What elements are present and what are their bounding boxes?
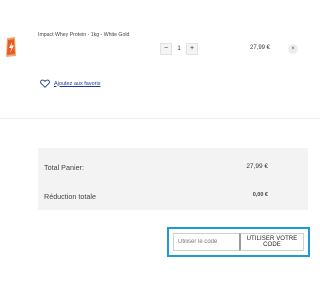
section-divider (0, 118, 320, 119)
product-bag-icon (6, 37, 16, 57)
cart-total-value: 27,99 € (246, 163, 268, 170)
decrease-quantity-button[interactable]: − (160, 43, 172, 55)
apply-promo-code-button[interactable]: UTILISER VOTRE CODE (239, 233, 304, 251)
product-name[interactable]: Impact Whey Protein - 1kg - White Gold (38, 32, 148, 39)
cart-total-label: Total Panier: (44, 163, 84, 172)
product-thumbnail[interactable] (4, 36, 18, 58)
increase-quantity-button[interactable]: + (186, 43, 198, 55)
cart-totals: Total Panier: 27,99 € Réduction totale 0… (38, 148, 308, 210)
cart-page: Impact Whey Protein - 1kg - White Gold −… (0, 0, 320, 290)
item-price: 27,99 € (250, 45, 271, 51)
add-to-favorites-link[interactable]: Ajoutez aux favoris (54, 81, 100, 87)
promo-code-input[interactable] (173, 233, 239, 251)
discount-total-label: Réduction totale (44, 192, 96, 201)
quantity-value: 1 (177, 46, 181, 52)
add-to-favorites[interactable]: Ajoutez aux favoris (40, 79, 100, 88)
quantity-stepper: − 1 + (160, 42, 198, 56)
discount-total-value: 0,00 € (252, 192, 268, 198)
heart-icon (40, 79, 50, 88)
close-icon: × (291, 46, 295, 52)
promo-code-form: UTILISER VOTRE CODE (167, 227, 310, 257)
remove-item-button[interactable]: × (288, 44, 298, 54)
